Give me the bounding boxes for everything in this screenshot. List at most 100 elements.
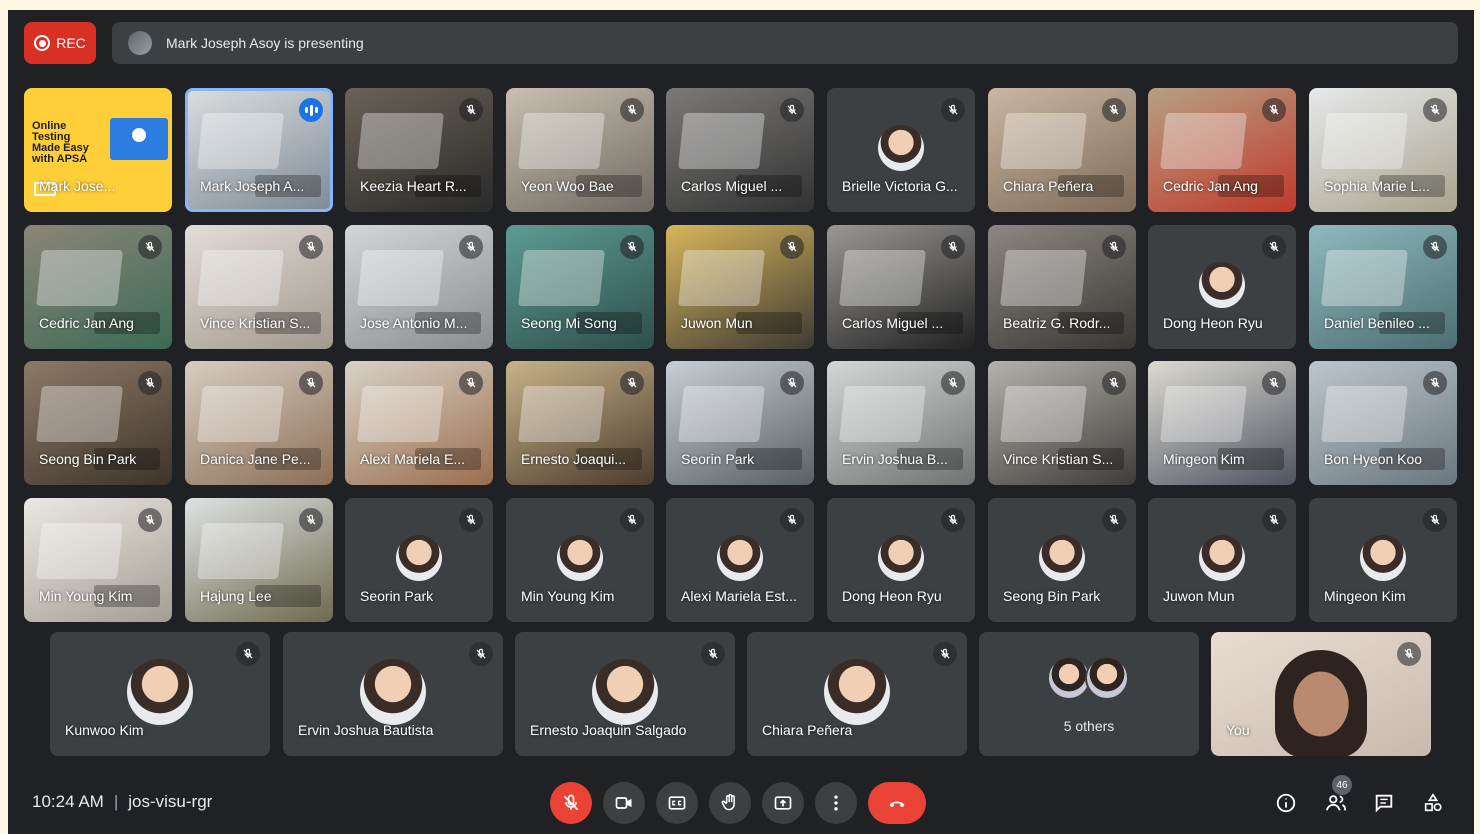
participant-tile[interactable]: Kunwoo Kim [50, 632, 270, 756]
participant-tile[interactable]: Cedric Jan Ang [1148, 88, 1296, 212]
meeting-info-button[interactable] [1272, 789, 1300, 817]
participant-tile[interactable]: Min Young Kim [506, 498, 654, 622]
participant-name: Carlos Miguel ... [842, 315, 944, 331]
chat-button[interactable] [1370, 789, 1398, 817]
mic-off-indicator [299, 371, 323, 395]
participant-tile[interactable]: Dong Heon Ryu [1148, 225, 1296, 349]
mic-off-indicator [459, 508, 483, 532]
avatar [1039, 534, 1085, 581]
mic-off-icon [1269, 241, 1279, 252]
participant-tile[interactable]: Min Young Kim [24, 498, 172, 622]
more-vert-icon [834, 795, 838, 811]
mic-off-icon [948, 104, 958, 115]
others-tile[interactable]: 5 others [979, 632, 1199, 756]
participant-tile[interactable]: Vince Kristian S... [185, 225, 333, 349]
meeting-time: 10:24 AM [32, 792, 104, 811]
participant-tile[interactable]: Carlos Miguel ... [827, 225, 975, 349]
participant-tile[interactable]: Brielle Victoria G... [827, 88, 975, 212]
participant-tile[interactable]: Ernesto Joaquin Salgado [515, 632, 735, 756]
leave-call-button[interactable] [868, 782, 926, 824]
participant-tile[interactable]: Mingeon Kim [1309, 498, 1457, 622]
mic-off-indicator [780, 508, 804, 532]
video-feed [196, 249, 285, 306]
recording-label: REC [56, 35, 86, 51]
participant-tile[interactable]: Alexi Mariela Est... [666, 498, 814, 622]
participant-tile[interactable]: Vince Kristian S... [988, 361, 1136, 485]
avatar [717, 534, 763, 581]
participant-tile[interactable]: Bon Hyeon Koo [1309, 361, 1457, 485]
participant-tile[interactable]: Alexi Mariela E... [345, 361, 493, 485]
present-screen-button[interactable] [762, 782, 804, 824]
participant-tile[interactable]: Ervin Joshua B... [827, 361, 975, 485]
participant-tile[interactable]: Daniel Benileo ... [1309, 225, 1457, 349]
participant-name: Juwon Mun [681, 315, 753, 331]
participant-tile[interactable]: Ernesto Joaqui... [506, 361, 654, 485]
meet-window: REC Mark Joseph Asoy is presenting Onlin… [8, 10, 1474, 834]
participant-tile[interactable]: Cedric Jan Ang [24, 225, 172, 349]
end-call-icon [889, 801, 905, 808]
participant-name: Alexi Mariela E... [360, 451, 466, 467]
presentation-tile[interactable]: Online Testing Made Easy with APSA Mark J… [24, 88, 172, 212]
participant-name: Daniel Benileo ... [1324, 315, 1430, 331]
participant-tile[interactable]: Ervin Joshua Bautista [283, 632, 503, 756]
participant-tile[interactable]: Seorin Park [345, 498, 493, 622]
participant-tile[interactable]: Hajung Lee [185, 498, 333, 622]
mic-off-indicator [1102, 235, 1126, 259]
participant-name: Seong Bin Park [39, 451, 137, 467]
mic-off-icon [1269, 514, 1279, 525]
presenting-banner[interactable]: Mark Joseph Asoy is presenting [112, 22, 1458, 64]
participant-tile[interactable]: Juwon Mun [1148, 498, 1296, 622]
participant-tile[interactable]: Seong Bin Park [988, 498, 1136, 622]
participant-tile[interactable]: Yeon Woo Bae [506, 88, 654, 212]
recording-indicator: REC [24, 22, 96, 64]
mic-off-icon [466, 104, 476, 115]
participant-name: Mark Joseph A... [200, 178, 305, 194]
mic-off-icon [627, 104, 637, 115]
activities-button[interactable] [1419, 789, 1447, 817]
captions-icon [668, 796, 686, 810]
participant-tile[interactable]: Juwon Mun [666, 225, 814, 349]
avatar [1199, 534, 1245, 581]
mic-off-icon [1269, 377, 1279, 388]
microphone-toggle-button[interactable] [550, 782, 592, 824]
captions-button[interactable] [656, 782, 698, 824]
mic-off-icon [1404, 648, 1414, 659]
camera-icon [615, 797, 632, 809]
participant-tile[interactable]: Chiara Peñera [988, 88, 1136, 212]
participant-tile[interactable]: Beatriz G. Rodr... [988, 225, 1136, 349]
video-feed [1320, 112, 1409, 169]
self-view-tile[interactable]: You [1211, 632, 1431, 756]
promo-text: Online Testing Made Easy with APSA [32, 120, 89, 165]
video-feed [1320, 385, 1409, 442]
participant-name: Seorin Park [360, 588, 434, 604]
participant-tile[interactable]: Seorin Park [666, 361, 814, 485]
participant-name: Chiara Peñera [762, 722, 853, 738]
participant-tile[interactable]: Sophia Marie L... [1309, 88, 1457, 212]
video-feed [999, 249, 1088, 306]
participant-tile[interactable]: Chiara Peñera [747, 632, 967, 756]
participant-tile[interactable]: Seong Mi Song [506, 225, 654, 349]
raise-hand-button[interactable] [709, 782, 751, 824]
video-feed [356, 112, 445, 169]
mic-off-indicator [1262, 98, 1286, 122]
people-button[interactable]: 46 [1322, 775, 1352, 817]
participant-tile[interactable]: Seong Bin Park [24, 361, 172, 485]
participant-tile[interactable]: Jose Antonio M... [345, 225, 493, 349]
mic-off-indicator [1423, 371, 1447, 395]
participant-tile[interactable]: Keezia Heart R... [345, 88, 493, 212]
participant-tile[interactable]: Carlos Miguel ... [666, 88, 814, 212]
participant-tile[interactable]: Danica Jane Pe... [185, 361, 333, 485]
camera-toggle-button[interactable] [603, 782, 645, 824]
participant-tile[interactable]: Mingeon Kim [1148, 361, 1296, 485]
participant-tile[interactable]: Dong Heon Ryu [827, 498, 975, 622]
mic-off-indicator [138, 371, 162, 395]
video-feed [677, 249, 766, 306]
video-feed [1159, 385, 1248, 442]
mic-off-icon [1109, 377, 1119, 388]
mic-off-icon [627, 241, 637, 252]
participant-tile[interactable]: Mark Joseph A... [185, 88, 333, 212]
more-options-button[interactable] [815, 782, 857, 824]
participant-name: Kunwoo Kim [65, 722, 144, 738]
avatar [878, 534, 924, 581]
presenter-avatar [128, 31, 152, 55]
